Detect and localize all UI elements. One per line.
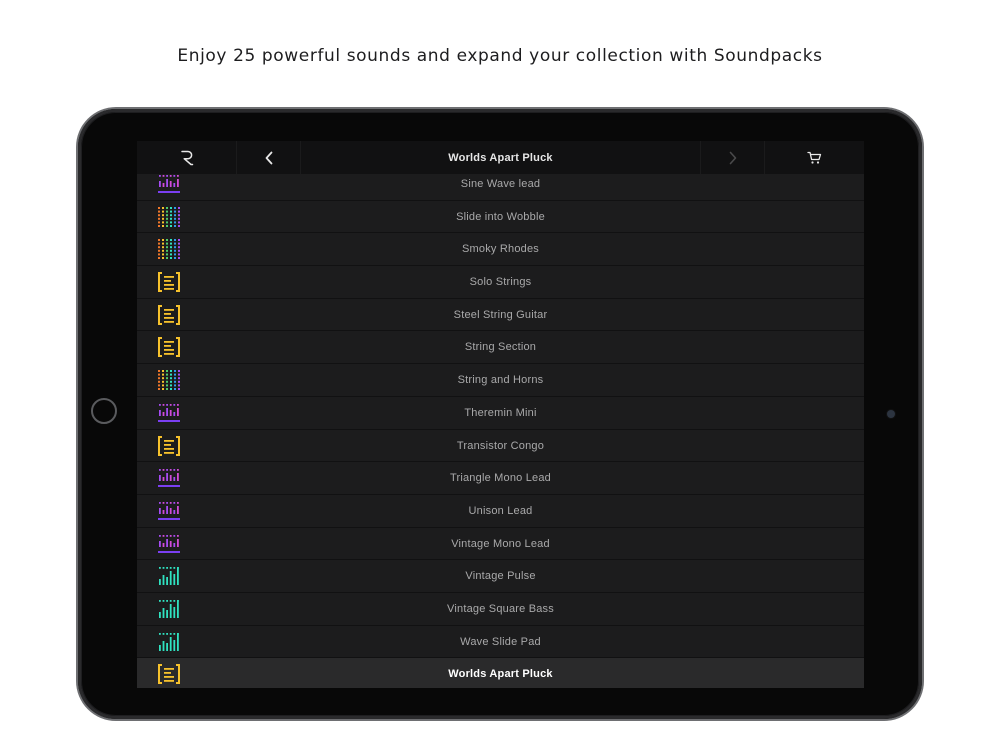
- app-screen: Sine Wave lead Slide into Wobble Smoky Rho…: [137, 141, 864, 688]
- home-button[interactable]: [91, 398, 117, 424]
- purple-bars-icon: [158, 403, 180, 422]
- chevron-left-icon: [265, 151, 272, 164]
- sound-name: Vintage Mono Lead: [451, 537, 550, 550]
- purple-bars-icon: [158, 501, 180, 520]
- sound-name: Solo Strings: [469, 276, 532, 289]
- sound-name: Transistor Congo: [456, 439, 545, 452]
- teal-bars-icon: [159, 632, 179, 651]
- logo-button[interactable]: [137, 141, 237, 174]
- page-title: Worlds Apart Pluck: [448, 151, 553, 164]
- list-item[interactable]: Smoky Rhodes: [137, 232, 864, 266]
- list-item[interactable]: Steel String Guitar: [137, 297, 864, 331]
- forward-button[interactable]: [700, 141, 764, 174]
- tablet-frame: Sine Wave lead Slide into Wobble Smoky Rho…: [78, 109, 922, 719]
- sound-name: Smoky Rhodes: [462, 243, 539, 256]
- list-item[interactable]: Vintage Square Bass: [137, 591, 864, 625]
- sound-name: Triangle Mono Lead: [449, 472, 552, 485]
- yellow-bracket-icon: [158, 435, 180, 456]
- top-bar: Worlds Apart Pluck: [137, 141, 864, 174]
- list-item[interactable]: Slide into Wobble: [137, 199, 864, 233]
- list-item[interactable]: Solo Strings: [137, 265, 864, 298]
- list-item[interactable]: Wave Slide Pad: [137, 624, 864, 658]
- list-item[interactable]: Unison Lead: [137, 493, 864, 527]
- list-item[interactable]: Theremin Mini: [137, 395, 864, 429]
- teal-bars-icon: [159, 599, 179, 618]
- teal-bars-icon: [159, 567, 179, 586]
- purple-bars-icon: [158, 534, 180, 553]
- sound-name: Vintage Pulse: [465, 570, 536, 583]
- camera-icon: [887, 410, 895, 418]
- yellow-bracket-icon: [158, 664, 180, 685]
- sound-name: Vintage Square Bass: [447, 602, 554, 615]
- multicolor-dots-icon: [158, 239, 180, 260]
- yellow-bracket-icon: [158, 337, 180, 358]
- list-item[interactable]: Triangle Mono Lead: [137, 461, 864, 494]
- chevron-right-icon: [729, 151, 736, 164]
- purple-bars-icon: [158, 469, 180, 488]
- list-item[interactable]: String and Horns: [137, 363, 864, 396]
- sound-name: Wave Slide Pad: [460, 635, 541, 648]
- yellow-bracket-icon: [158, 304, 180, 325]
- list-item[interactable]: Worlds Apart Pluck: [137, 657, 864, 688]
- sound-name: String Section: [464, 341, 537, 354]
- yellow-bracket-icon: [158, 272, 180, 293]
- sound-list[interactable]: Sine Wave lead Slide into Wobble Smoky Rho…: [137, 167, 864, 688]
- list-item[interactable]: Vintage Mono Lead: [137, 526, 864, 560]
- sound-name: Steel String Guitar: [453, 308, 548, 321]
- sound-name: Worlds Apart Pluck: [448, 668, 553, 681]
- multicolor-dots-icon: [158, 206, 180, 227]
- multicolor-dots-icon: [158, 370, 180, 391]
- cart-button[interactable]: [764, 141, 864, 174]
- back-button[interactable]: [237, 141, 301, 174]
- sound-name: Unison Lead: [468, 504, 533, 517]
- cart-icon: [807, 151, 822, 164]
- sound-name: Theremin Mini: [464, 406, 537, 419]
- r-logo-icon: [180, 150, 193, 165]
- tagline: Enjoy 25 powerful sounds and expand your…: [177, 46, 823, 66]
- purple-bars-icon: [158, 175, 180, 193]
- sound-name: String and Horns: [457, 374, 544, 387]
- list-item[interactable]: Transistor Congo: [137, 428, 864, 462]
- list-item[interactable]: Vintage Pulse: [137, 559, 864, 592]
- sound-name: Slide into Wobble: [456, 210, 545, 223]
- list-item[interactable]: String Section: [137, 330, 864, 364]
